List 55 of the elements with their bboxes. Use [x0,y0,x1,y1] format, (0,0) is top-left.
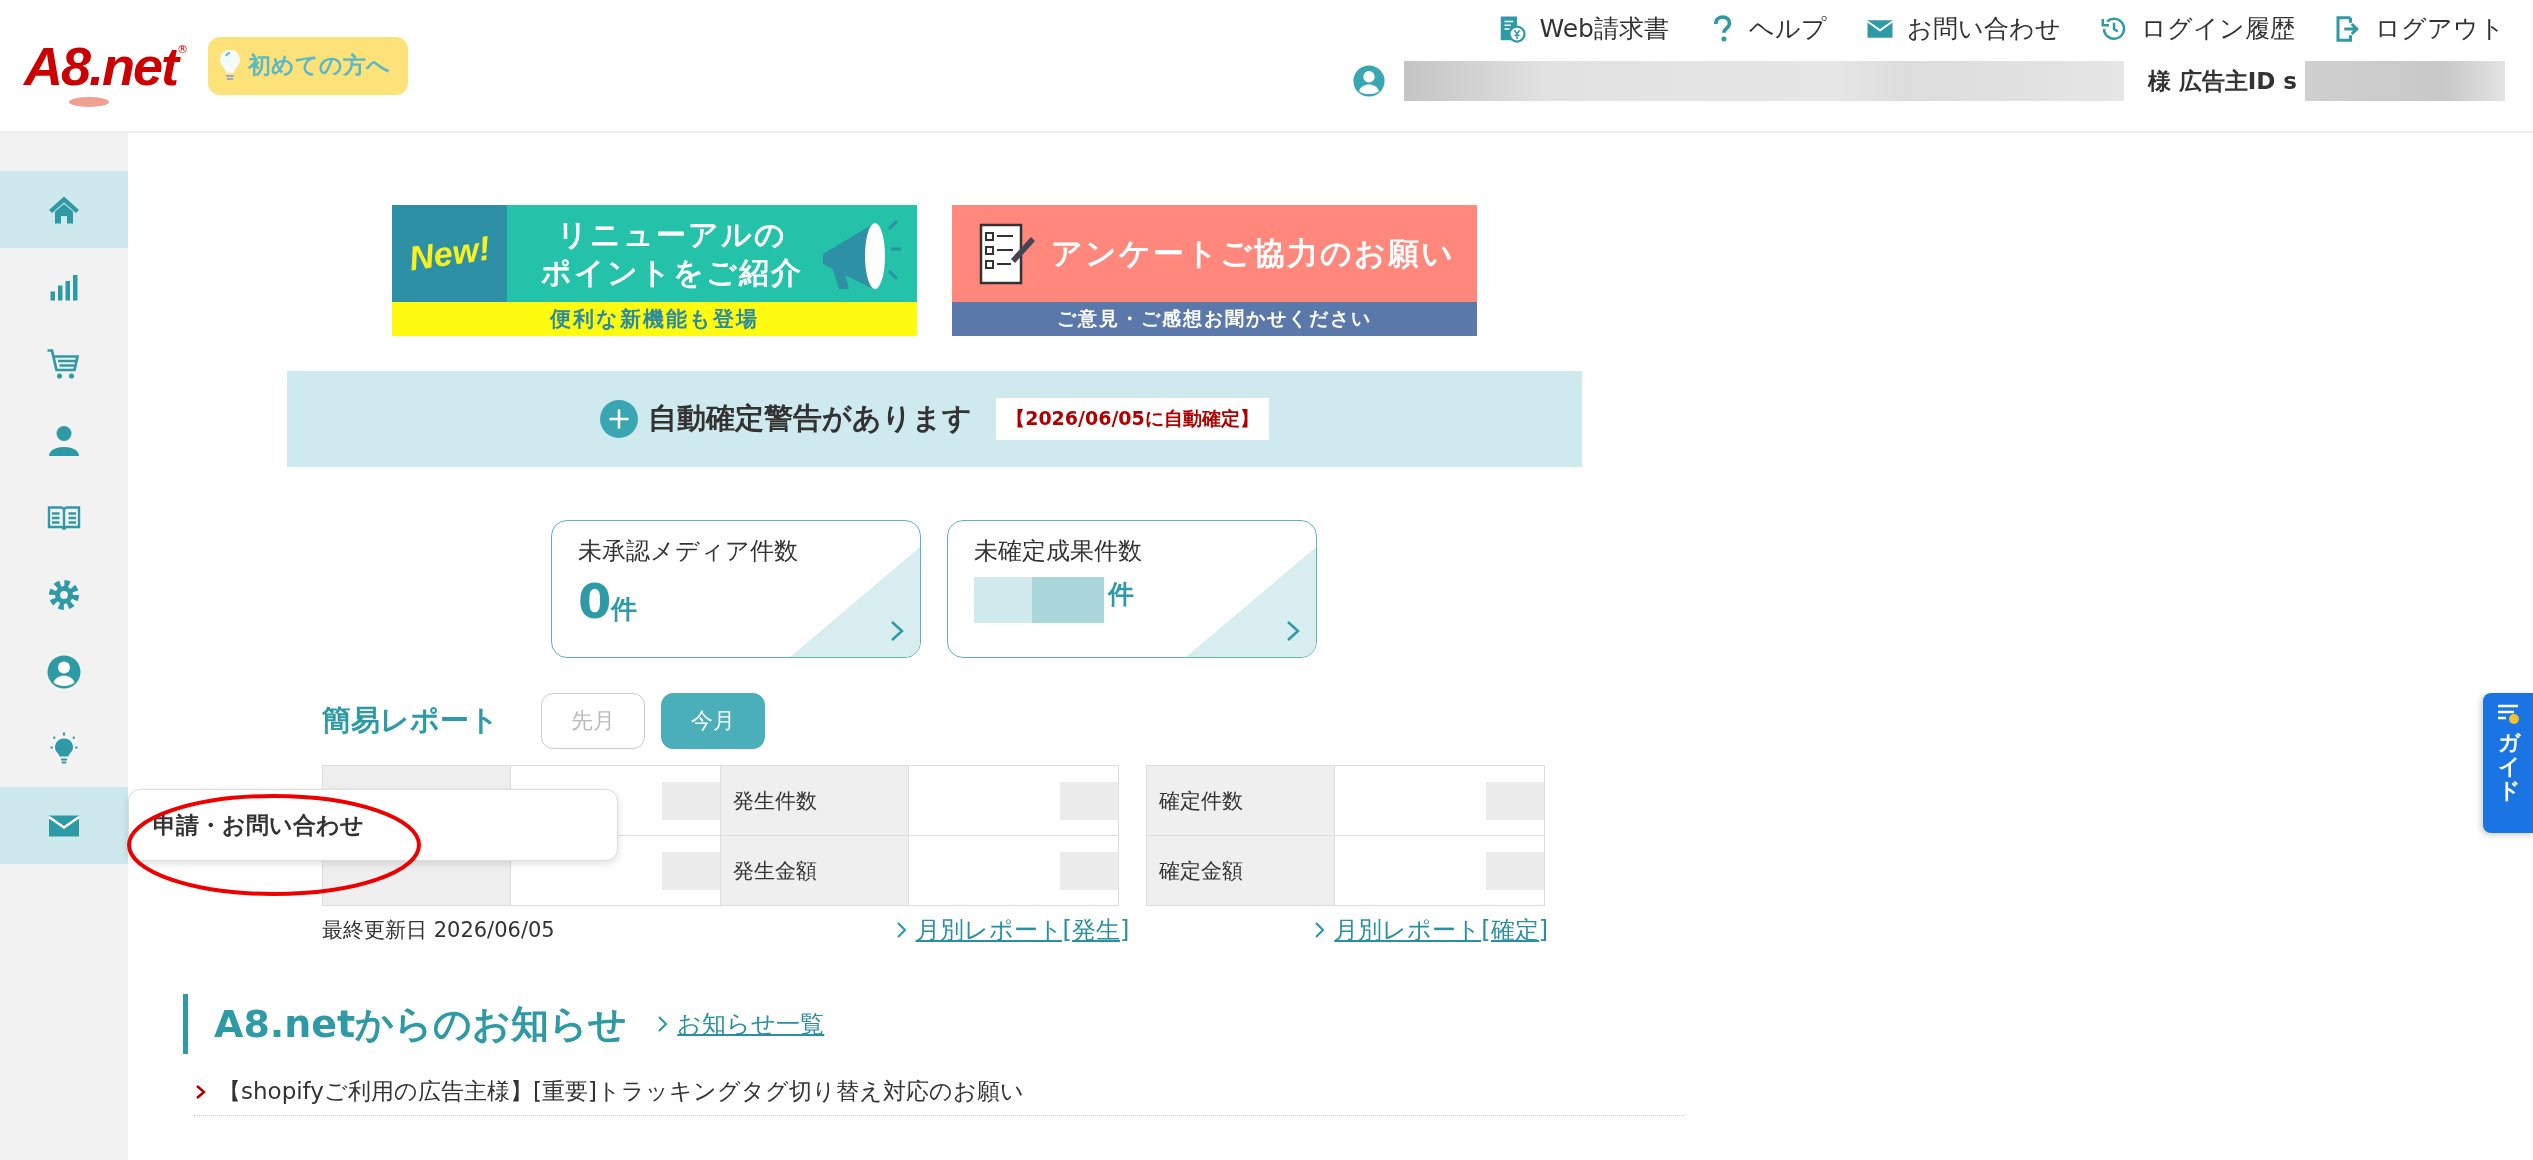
alert-text: 自動確定警告があります [648,400,973,437]
banner-subtitle: 便利な新機能も登場 [550,306,759,333]
chevron-icon [657,1015,670,1033]
nav-link[interactable]: ログイン履歴 [2099,12,2295,45]
redacted-block [1486,851,1544,890]
nav-link[interactable]: ヘルプ [1707,12,1827,45]
redacted-block [1486,781,1544,820]
report-title: 簡易レポート [322,702,499,739]
sidebar-item[interactable] [0,787,128,864]
banner-subtitle: ご意見・ご感想お聞かせください [1057,306,1372,331]
registered-mark: ® [177,42,189,56]
chevron-icon [895,921,908,939]
logo-shadow [69,96,109,107]
plus-icon [600,400,639,438]
redacted-block [1060,851,1118,890]
banner-title: リニューアルの ポイントをご紹介 [541,216,803,291]
list-icon [2496,703,2522,725]
survey-banner[interactable]: アンケートご協力のお願い ご意見・ご感想お聞かせください [952,205,1477,336]
table-header-cell: 確定金額 [1146,835,1335,906]
news-item[interactable]: 【shopifyご利用の広告主様】[重要]トラッキングタグ切り替え対応のお願い [218,1076,1024,1107]
card-title: 未確定成果件数 [974,536,1142,567]
chevron-icon [1314,921,1327,939]
card-unit: 件 [1108,578,1134,611]
tooltip: 申請・お問い合わせ [128,789,618,861]
chevron-icon [194,1082,208,1101]
logo[interactable]: A8.net [24,34,178,97]
table-header-cell: 発生件数 [720,765,909,836]
honorific: 様 [2147,66,2171,96]
advertiser-id-label: 広告主ID s [2178,66,2297,96]
alert-bar[interactable]: 自動確定警告があります 【2026/06/05に自動確定】 [287,371,1582,467]
summary-card[interactable]: 未確定成果件数 件 [947,520,1317,658]
last-updated: 最終更新日 2026/06/05 [322,917,555,944]
redacted-block [662,781,720,820]
redacted-block [1060,781,1118,820]
news-heading: A8.netからのお知らせ [214,1000,628,1048]
nav-link[interactable]: Web請求書 [1497,12,1669,45]
account-icon [46,653,82,690]
summary-card[interactable]: 未承認メディア件数 0件 [551,520,921,658]
report-link[interactable]: 月別レポート[発生] [895,914,1130,946]
renewal-banner[interactable]: New! リニューアルの ポイントをご紹介 便利な新機能も登場 [392,205,917,336]
new-label: New! [406,228,493,279]
news-list-link[interactable]: お知らせ一覧 [657,1008,825,1040]
table-header-cell: 発生金額 [720,835,909,906]
due-date-badge: 【2026/06/05に自動確定】 [996,398,1269,440]
banner-title: アンケートご協力のお願い [1050,233,1455,273]
nav-link[interactable]: ログアウト [2333,12,2505,45]
card-title: 未承認メディア件数 [578,536,798,567]
user-icon [1351,64,1386,98]
report-link[interactable]: 月別レポート[確定] [1314,914,1548,946]
nav-link[interactable]: お問い合わせ [1865,12,2061,45]
sidebar-item[interactable] [0,171,128,248]
table-header-cell: 確定件数 [1146,765,1335,836]
card-unit: 件 [611,593,638,626]
redacted-block [662,851,720,890]
guide-tab[interactable]: ガイド [2483,693,2533,833]
